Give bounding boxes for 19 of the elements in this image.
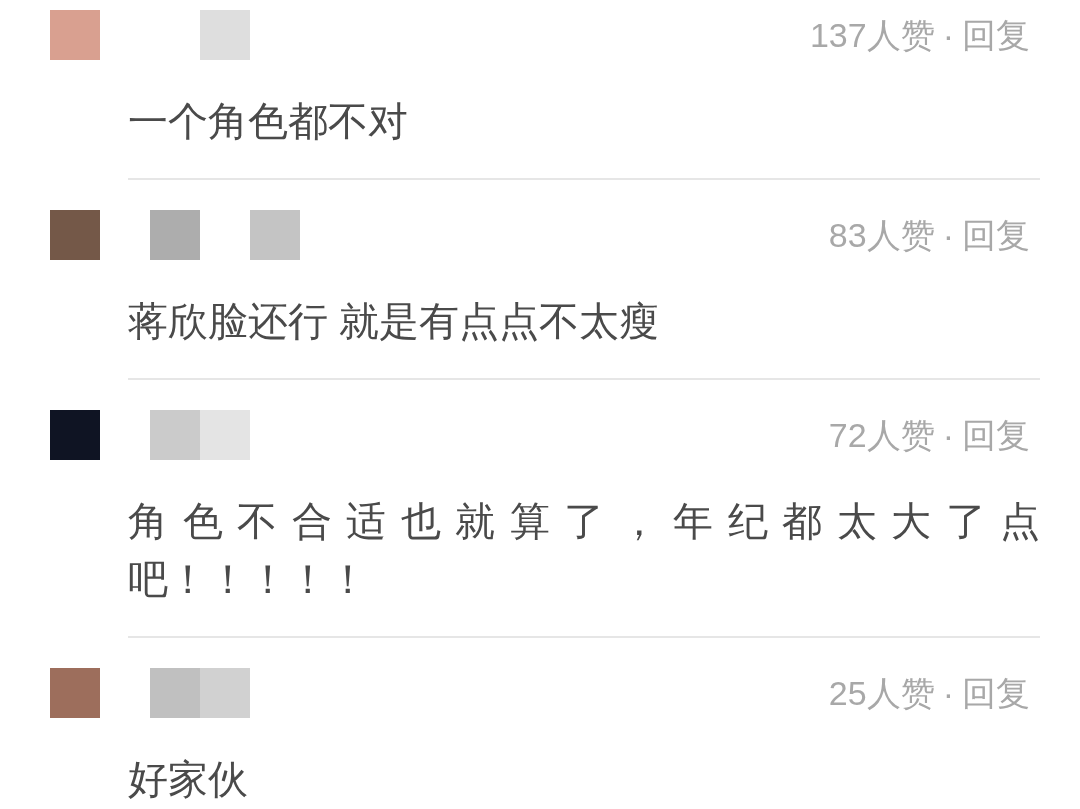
comment-text: 一个角色都不对: [128, 98, 409, 145]
like-count: 72人赞: [828, 415, 935, 455]
comment-text: 蒋欣脸还行 就是有点点不太瘦: [128, 298, 661, 345]
comment-text: 好家伙: [128, 756, 249, 803]
like-count: 83人赞: [828, 215, 935, 255]
comment-text: 角色不合适也就算了，年纪都太大了点吧！！！！！: [128, 498, 1040, 603]
dot-separator: ·: [942, 673, 954, 713]
dot-separator: ·: [942, 15, 954, 55]
reply-link[interactable]: 回复: [962, 215, 1030, 255]
reply-link[interactable]: 回复: [962, 15, 1030, 55]
dot-separator: ·: [942, 215, 954, 255]
like-count: 25人赞: [828, 673, 935, 713]
pixelated-name: [150, 210, 200, 260]
reply-link[interactable]: 回复: [962, 415, 1030, 455]
like-count: 137人赞: [809, 15, 935, 55]
reply-link[interactable]: 回复: [962, 673, 1030, 713]
dot-separator: ·: [942, 415, 954, 455]
pixelated-name: [250, 210, 300, 260]
pixelated-name: [200, 10, 250, 60]
